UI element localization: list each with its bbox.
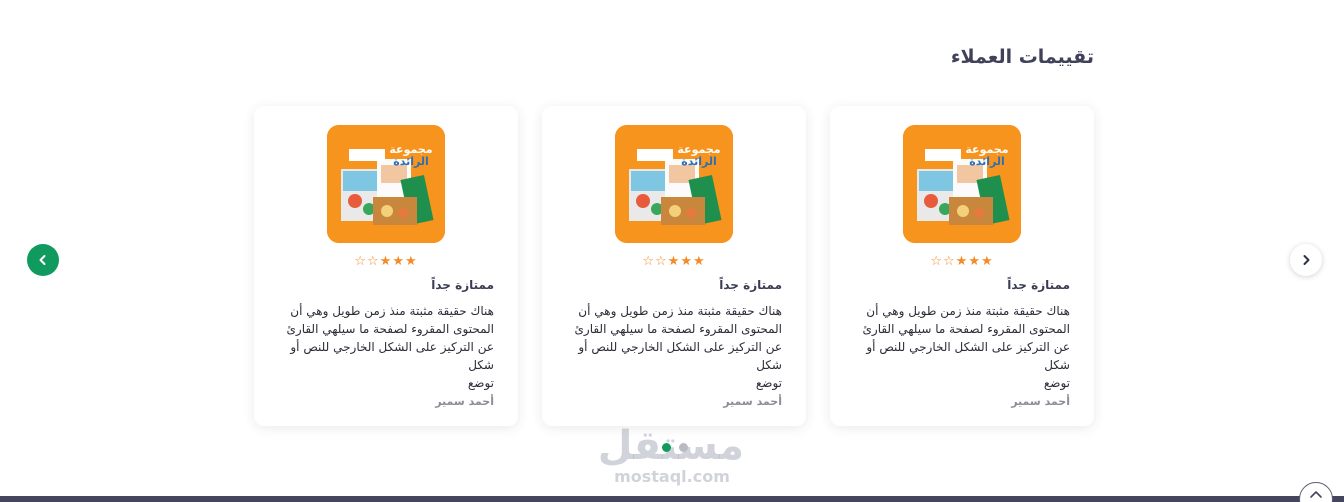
star-empty-icon: ☆	[354, 254, 368, 269]
scroll-to-top-button[interactable]	[1299, 482, 1333, 502]
review-text: هناك حقيقة مثبتة منذ زمن طويل وهي أن الم…	[270, 302, 495, 392]
carousel-next-button[interactable]	[1290, 244, 1322, 276]
review-author: أحمد سمير	[1011, 395, 1070, 408]
star-filled-icon: ★	[968, 254, 981, 269]
review-card: مجموعة الرائدة ☆☆★★★ ممتازة جداً هناك حق…	[254, 106, 518, 426]
star-empty-icon: ☆	[943, 254, 956, 269]
footer-bar	[0, 496, 1344, 502]
review-text-line: المحتوى المقروء لصفحة ما سيلهي القارئ	[286, 322, 495, 336]
star-rating: ☆☆★★★	[254, 254, 518, 269]
section-title: تقييمات العملاء	[950, 46, 1094, 68]
review-text-line: هناك حقيقة مثبتة منذ زمن طويل وهي أن	[866, 304, 1070, 318]
carousel-prev-button[interactable]	[27, 244, 59, 276]
chevron-left-icon	[39, 255, 46, 265]
testimonials-section: تقييمات العملاء مجموعة الرائدة ☆☆★★★ ممت…	[0, 0, 1344, 502]
star-filled-icon: ★	[692, 254, 706, 269]
star-rating: ☆☆★★★	[542, 254, 806, 269]
review-text-line: توضع	[755, 376, 782, 390]
review-card: مجموعة الرائدة ☆☆★★★ ممتازة جداً هناك حق…	[542, 106, 806, 426]
svg-text:الرائدة: الرائدة	[393, 155, 429, 168]
review-text-line: هناك حقيقة مثبتة منذ زمن طويل وهي أن	[578, 304, 782, 318]
pagination-dot[interactable]	[679, 443, 688, 452]
star-filled-icon: ★	[379, 254, 393, 269]
review-cards: مجموعة الرائدة ☆☆★★★ ممتازة جداً هناك حق…	[254, 106, 1094, 428]
star-filled-icon: ★	[404, 254, 418, 269]
star-filled-icon: ★	[980, 254, 994, 269]
review-author: أحمد سمير	[723, 395, 782, 408]
chevron-up-icon	[1310, 491, 1322, 498]
review-card: مجموعة الرائدة ☆☆★★★ ممتازة جداً هناك حق…	[830, 106, 1094, 426]
star-empty-icon: ☆	[930, 254, 944, 269]
star-rating: ☆☆★★★	[830, 254, 1094, 269]
review-text: هناك حقيقة مثبتة منذ زمن طويل وهي أن الم…	[846, 302, 1071, 392]
star-filled-icon: ★	[680, 254, 693, 269]
star-empty-icon: ☆	[367, 254, 380, 269]
review-title: ممتازة جداً	[719, 278, 782, 292]
star-filled-icon: ★	[392, 254, 405, 269]
review-author: أحمد سمير	[435, 395, 494, 408]
review-title: ممتازة جداً	[1007, 278, 1070, 292]
review-text-line: توضع	[467, 376, 494, 390]
review-text-line: المحتوى المقروء لصفحة ما سيلهي القارئ	[574, 322, 783, 336]
review-title: ممتازة جداً	[431, 278, 494, 292]
review-text-line: توضع	[1043, 376, 1070, 390]
carousel-pagination	[662, 443, 688, 452]
star-empty-icon: ☆	[655, 254, 668, 269]
book-cover-image: مجموعة الرائدة	[615, 125, 733, 243]
star-empty-icon: ☆	[642, 254, 656, 269]
review-text-line: عن التركيز على الشكل الخارجي للنص أو شكل	[866, 340, 1070, 372]
book-cover-image: مجموعة الرائدة	[327, 125, 445, 243]
book-cover-image: مجموعة الرائدة	[903, 125, 1021, 243]
chevron-right-icon	[1303, 255, 1310, 265]
star-filled-icon: ★	[955, 254, 969, 269]
svg-text:الرائدة: الرائدة	[681, 155, 717, 168]
star-filled-icon: ★	[667, 254, 681, 269]
svg-text:الرائدة: الرائدة	[969, 155, 1005, 168]
mostaql-watermark: مستقل mostaql.com	[598, 424, 744, 486]
review-text-line: عن التركيز على الشكل الخارجي للنص أو شكل	[290, 340, 494, 372]
review-text-line: هناك حقيقة مثبتة منذ زمن طويل وهي أن	[290, 304, 494, 318]
review-text: هناك حقيقة مثبتة منذ زمن طويل وهي أن الم…	[558, 302, 783, 392]
review-text-line: عن التركيز على الشكل الخارجي للنص أو شكل	[578, 340, 782, 372]
review-text-line: المحتوى المقروء لصفحة ما سيلهي القارئ	[862, 322, 1071, 336]
pagination-dot-active[interactable]	[662, 443, 671, 452]
watermark-latin: mostaql.com	[614, 467, 730, 486]
